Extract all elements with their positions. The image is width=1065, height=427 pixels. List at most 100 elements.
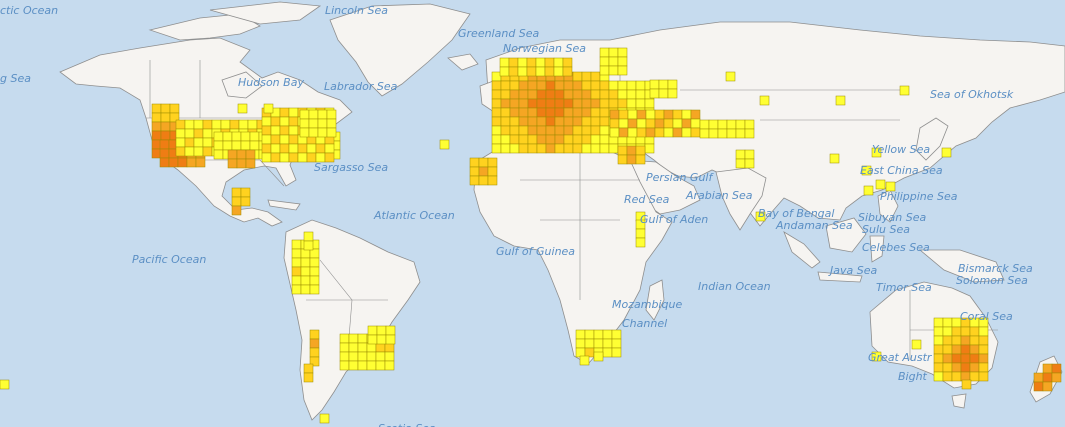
density-cell <box>978 344 989 355</box>
density-cell <box>509 116 520 127</box>
density-cell <box>469 166 480 177</box>
density-cell <box>608 47 619 58</box>
density-cell <box>375 342 386 353</box>
density-cell <box>960 353 971 364</box>
density-cell <box>160 121 171 132</box>
density-cell <box>245 149 256 160</box>
density-cell <box>690 118 701 129</box>
density-cell <box>317 127 328 138</box>
density-cell <box>288 116 299 127</box>
density-cell <box>309 347 320 358</box>
density-cell <box>527 143 538 154</box>
density-cell <box>151 130 162 141</box>
density-cell <box>563 89 574 100</box>
sea-label-java-sea: Java Sea <box>828 264 877 277</box>
density-cell <box>193 137 204 148</box>
density-cell <box>300 275 311 286</box>
density-cell <box>306 143 317 154</box>
density-cell <box>151 103 162 114</box>
density-cell <box>527 98 538 109</box>
density-cell <box>626 98 637 109</box>
density-cell <box>553 66 564 77</box>
density-cell <box>635 145 646 156</box>
world-map[interactable]: ctic Ocean Lincoln Sea Greenland Sea Norweg… <box>0 0 1065 427</box>
density-cell <box>348 351 359 362</box>
density-cell <box>602 338 613 349</box>
density-cell <box>581 134 592 145</box>
density-cell <box>518 98 529 109</box>
density-cell <box>186 157 197 168</box>
density-cell <box>309 338 320 349</box>
density-cell <box>236 149 247 160</box>
density-cell <box>545 80 556 91</box>
sea-label-arabian-sea: Arabian Sea <box>685 189 753 202</box>
density-cell <box>299 109 310 120</box>
density-cell <box>309 248 320 259</box>
density-cell <box>309 266 320 277</box>
density-cell <box>1042 381 1053 392</box>
density-cell <box>942 371 953 382</box>
map-canvas: ctic Ocean Lincoln Sea Greenland Sea Norweg… <box>0 0 1065 427</box>
density-cell <box>509 134 520 145</box>
density-cell <box>581 98 592 109</box>
density-cell <box>487 166 498 177</box>
density-cell <box>357 342 368 353</box>
density-cell <box>863 185 874 196</box>
density-cell <box>599 65 610 76</box>
density-cell <box>509 143 520 154</box>
density-cell <box>308 127 319 138</box>
sea-label-sea-of-okhotsk: Sea of Okhotsk <box>930 88 1014 101</box>
density-cell <box>202 137 213 148</box>
density-cell <box>324 143 335 154</box>
density-cell <box>177 157 188 168</box>
density-cell <box>151 139 162 150</box>
density-cell <box>527 125 538 136</box>
density-cell <box>599 107 610 118</box>
density-cell <box>518 107 529 118</box>
density-cell <box>562 66 573 77</box>
density-cell <box>348 342 359 353</box>
sea-label-east-china-sea: East China Sea <box>860 164 943 177</box>
density-cell <box>184 146 195 157</box>
density-cell <box>279 116 290 127</box>
density-cell <box>478 166 489 177</box>
density-cell <box>261 125 272 136</box>
density-cell <box>237 103 248 114</box>
density-cell <box>175 128 186 139</box>
density-cell <box>961 379 972 390</box>
density-cell <box>536 107 547 118</box>
density-cell <box>175 137 186 148</box>
density-cell <box>584 347 595 358</box>
density-cell <box>626 89 637 100</box>
density-cell <box>308 118 319 129</box>
density-cell <box>572 116 583 127</box>
density-cell <box>951 362 962 373</box>
density-cell <box>635 98 646 109</box>
density-cell <box>518 116 529 127</box>
density-cell <box>303 363 314 374</box>
density-cell <box>491 71 502 82</box>
density-cell <box>649 88 660 99</box>
density-cell <box>575 347 586 358</box>
density-cell <box>526 66 537 77</box>
density-cell <box>375 360 386 371</box>
density-cell <box>942 326 953 337</box>
density-cell <box>270 125 281 136</box>
density-cell <box>581 107 592 118</box>
density-cell <box>366 342 377 353</box>
density-cell <box>536 98 547 109</box>
density-cell <box>499 57 510 68</box>
density-cell <box>658 88 669 99</box>
density-cell <box>942 335 953 346</box>
density-cell <box>969 335 980 346</box>
density-cell <box>291 239 302 250</box>
sea-label-great-australian-bight-1: Great Austr <box>868 351 933 364</box>
density-cell <box>0 379 10 390</box>
density-cell <box>672 118 683 129</box>
density-cell <box>175 146 186 157</box>
density-cell <box>554 98 565 109</box>
density-cell <box>635 89 646 100</box>
density-cell <box>951 326 962 337</box>
density-cell <box>213 140 224 151</box>
density-cell <box>545 125 556 136</box>
